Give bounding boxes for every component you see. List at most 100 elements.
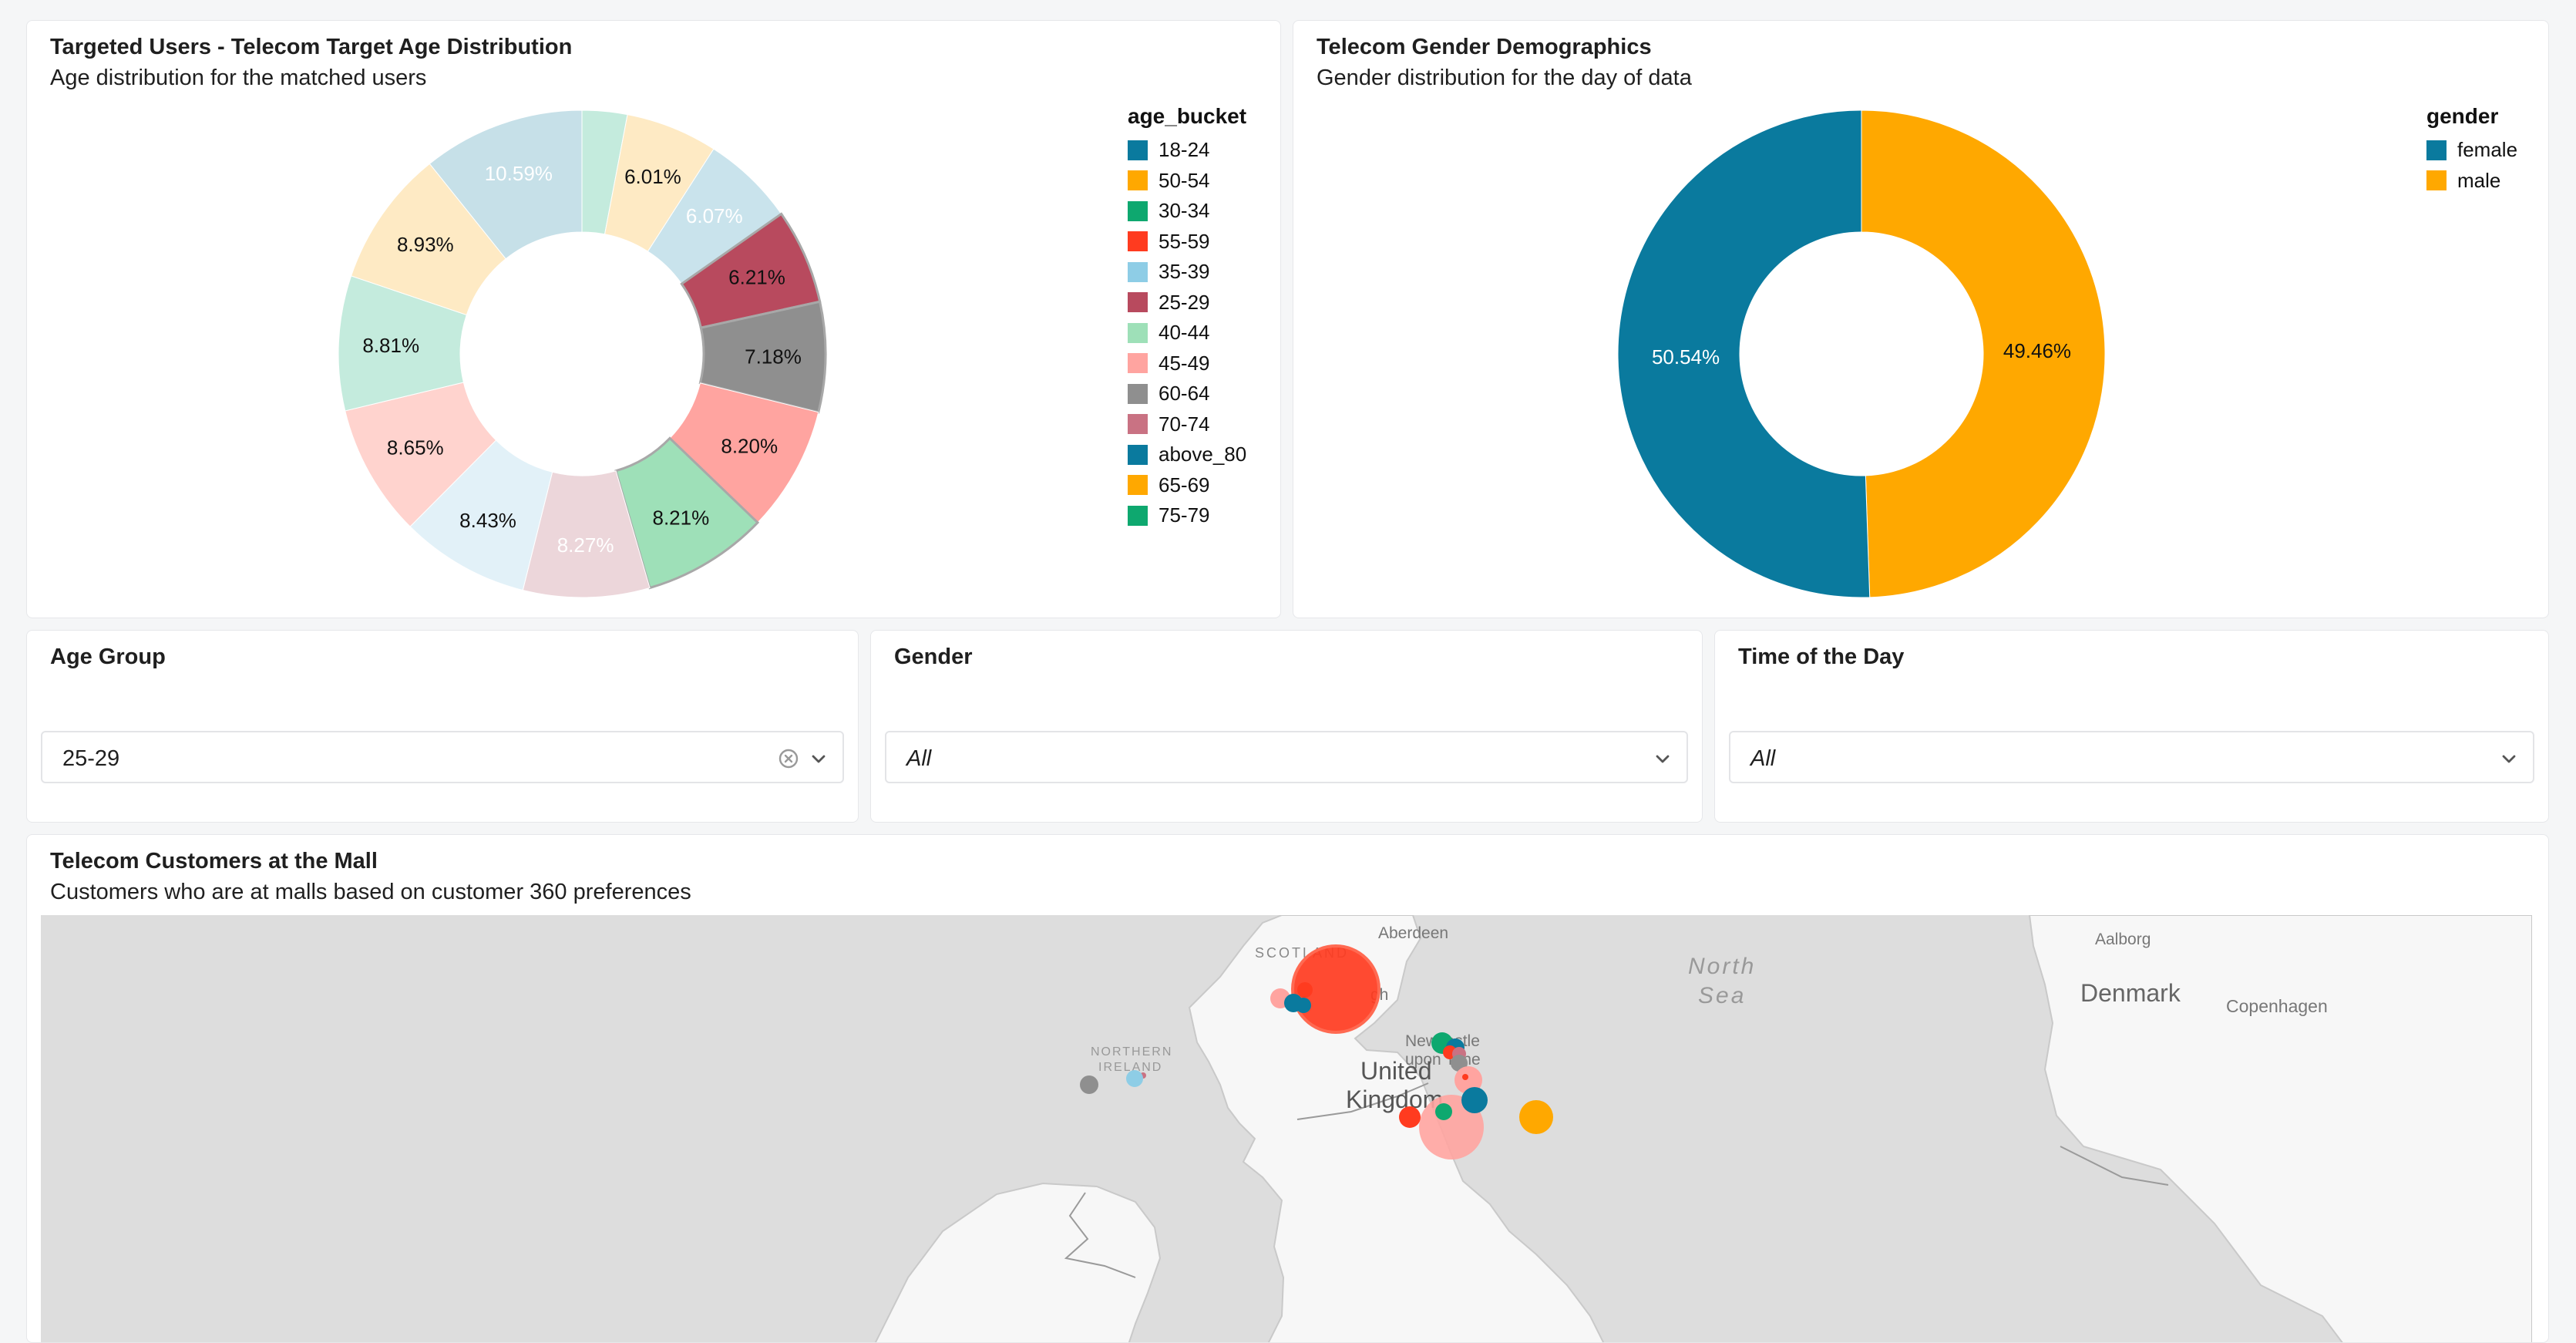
legend-item-female[interactable]: female [2426, 135, 2517, 166]
legend-swatch [1128, 261, 1148, 282]
slice-label: 7.18% [745, 345, 802, 368]
legend-swatch [1128, 200, 1148, 221]
legend-label: 75-79 [1159, 503, 1210, 527]
legend-item-45-49[interactable]: 45-49 [1128, 348, 1246, 379]
legend-label: 40-44 [1159, 321, 1210, 345]
gender-filter-panel: Gender All [870, 630, 1703, 823]
slice-label: 8.20% [721, 435, 778, 458]
legend-item-60-64[interactable]: 60-64 [1128, 379, 1246, 409]
legend-swatch [1128, 505, 1148, 526]
slice-label: 8.27% [557, 533, 614, 557]
map-marker[interactable] [1297, 982, 1313, 998]
chevron-down-icon[interactable] [809, 749, 829, 769]
slice-label: 8.43% [459, 509, 516, 532]
map-label-ni-1: NORTHERN [1091, 1045, 1172, 1059]
legend-label: female [2457, 138, 2518, 162]
legend-item-55-59[interactable]: 55-59 [1128, 227, 1246, 257]
legend-item-25-29[interactable]: 25-29 [1128, 288, 1246, 318]
slice-label: 8.21% [653, 506, 710, 529]
age-donut-chart[interactable]: 6.01%6.07% 6.21% 7.18% 8.20% 8.21% 8.27% 8.43%… [27, 21, 1281, 618]
legend-label: 35-39 [1159, 260, 1210, 284]
legend-label: 25-29 [1159, 290, 1210, 314]
legend-label: 30-34 [1159, 199, 1210, 223]
map-label-north-sea-1: North [1688, 954, 1756, 979]
slice-label: 6.01% [624, 165, 681, 188]
map-marker[interactable] [1126, 1070, 1143, 1087]
age-legend: age_bucket 18-24 50-54 30-34 55-59 35-39 25-2… [1128, 104, 1246, 531]
map-marker[interactable] [1296, 998, 1311, 1013]
map-marker[interactable] [1399, 1106, 1421, 1128]
age-group-filter-panel: Age Group 25-29 [26, 630, 859, 823]
slice-label: 6.21% [728, 265, 785, 288]
gender-donut-chart[interactable]: 49.46% 50.54% [1293, 21, 2549, 618]
legend-swatch [1128, 414, 1148, 435]
age-group-select[interactable]: 25-29 [41, 731, 844, 783]
slice-label: 8.65% [387, 436, 444, 459]
legend-item-70-74[interactable]: 70-74 [1128, 409, 1246, 440]
legend-label: 50-54 [1159, 168, 1210, 192]
map-marker[interactable] [1461, 1087, 1488, 1113]
legend-swatch [1128, 170, 1148, 191]
chevron-down-icon[interactable] [1653, 749, 1673, 769]
legend-label: 45-49 [1159, 351, 1210, 375]
map-label-aalborg: Aalborg [2095, 931, 2151, 948]
legend-swatch [1128, 140, 1148, 160]
legend-item-above_80[interactable]: above_80 [1128, 439, 1246, 470]
legend-item-male[interactable]: male [2426, 166, 2517, 197]
legend-swatch [1128, 444, 1148, 465]
map-label-denmark: Denmark [2080, 979, 2181, 1007]
select-value: 25-29 [62, 746, 120, 771]
legend-swatch [1128, 231, 1148, 252]
legend-swatch [2426, 140, 2447, 160]
chevron-down-icon[interactable] [2499, 749, 2519, 769]
slice-label: 49.46% [2003, 339, 2071, 362]
filter-label: Time of the Day [1738, 645, 1905, 669]
map-label-north-sea-2: Sea [1698, 983, 1746, 1008]
slice-label: 8.81% [362, 334, 419, 357]
legend-item-50-54[interactable]: 50-54 [1128, 166, 1246, 197]
map-marker[interactable] [1462, 1074, 1468, 1080]
slice-label: 6.07% [686, 204, 743, 227]
legend-label: male [2457, 168, 2501, 192]
slice-label: 8.93% [397, 233, 454, 256]
legend-swatch [1128, 383, 1148, 404]
panel-title: Telecom Customers at the Mall [50, 849, 378, 873]
mall-customers-map-panel: Telecom Customers at the Mall Customers … [26, 834, 2549, 1343]
legend-swatch [1128, 353, 1148, 374]
gender-select[interactable]: All [885, 731, 1688, 783]
legend-swatch [1128, 475, 1148, 496]
filter-label: Age Group [50, 645, 166, 669]
map-marker[interactable] [1519, 1100, 1553, 1134]
legend-item-65-69[interactable]: 65-69 [1128, 470, 1246, 501]
legend-label: 60-64 [1159, 382, 1210, 406]
legend-swatch [1128, 292, 1148, 313]
legend-label: 70-74 [1159, 412, 1210, 436]
map-marker[interactable] [1080, 1075, 1098, 1094]
gender-legend: gender female male [2426, 104, 2517, 196]
legend-swatch [1128, 322, 1148, 343]
gender-demographics-panel: Telecom Gender Demographics Gender distr… [1293, 20, 2549, 618]
legend-item-40-44[interactable]: 40-44 [1128, 318, 1246, 348]
map-label-aberdeen: Aberdeen [1378, 924, 1448, 942]
slice-label: 50.54% [1652, 345, 1720, 369]
uk-mall-map[interactable]: Aberdeen SCOTLAND North Sea Aalborg Denm… [41, 915, 2532, 1343]
legend-item-18-24[interactable]: 18-24 [1128, 135, 1246, 166]
legend-label: above_80 [1159, 443, 1247, 466]
time-of-day-filter-panel: Time of the Day All [1714, 630, 2549, 823]
legend-label: 55-59 [1159, 229, 1210, 253]
map-label-uk-1: United [1360, 1057, 1432, 1085]
legend-title: age_bucket [1128, 104, 1247, 128]
legend-item-30-34[interactable]: 30-34 [1128, 196, 1246, 227]
legend-swatch [2426, 170, 2447, 191]
filter-label: Gender [894, 645, 973, 669]
panel-subtitle: Customers who are at malls based on cust… [50, 880, 691, 904]
legend-label: 65-69 [1159, 473, 1210, 496]
legend-item-75-79[interactable]: 75-79 [1128, 500, 1246, 531]
age-distribution-panel: Targeted Users - Telecom Target Age Dist… [26, 20, 1281, 618]
time-of-day-select[interactable]: All [1729, 731, 2534, 783]
map-marker[interactable] [1435, 1103, 1452, 1120]
slice-label: 10.59% [485, 162, 553, 185]
select-value: All [906, 746, 932, 771]
clear-icon[interactable] [778, 748, 799, 769]
legend-item-35-39[interactable]: 35-39 [1128, 257, 1246, 288]
